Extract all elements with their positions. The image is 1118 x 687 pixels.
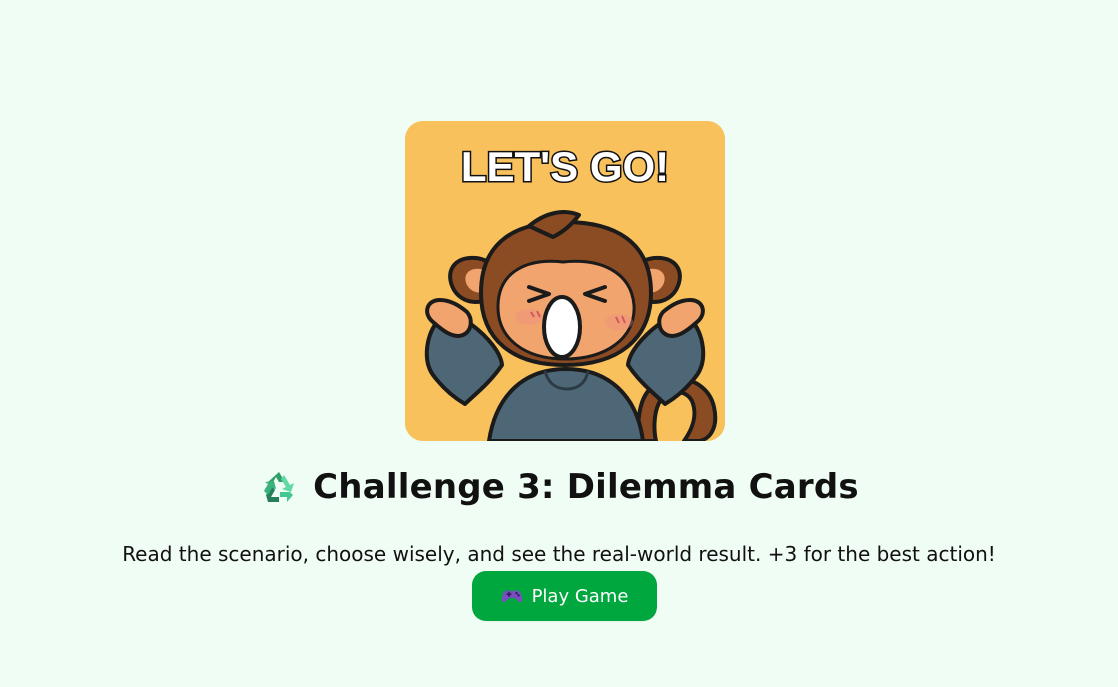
challenge-title: Challenge 3: Dilemma Cards xyxy=(313,467,859,507)
lets-go-caption: LET'S GO! xyxy=(461,143,669,190)
challenge-intro: LET'S GO! Challenge 3: Dilemma Cards Rea… xyxy=(0,0,1118,687)
recycle-icon xyxy=(259,467,299,507)
cheering-monkey-illustration: LET'S GO! xyxy=(405,121,725,441)
play-game-button[interactable]: Play Game xyxy=(472,571,657,621)
challenge-title-row: Challenge 3: Dilemma Cards xyxy=(0,462,1118,512)
challenge-description: Read the scenario, choose wisely, and se… xyxy=(122,542,996,566)
animated-monkey-card: LET'S GO! xyxy=(405,121,725,441)
gamepad-icon xyxy=(501,588,523,604)
play-game-label: Play Game xyxy=(531,585,629,607)
